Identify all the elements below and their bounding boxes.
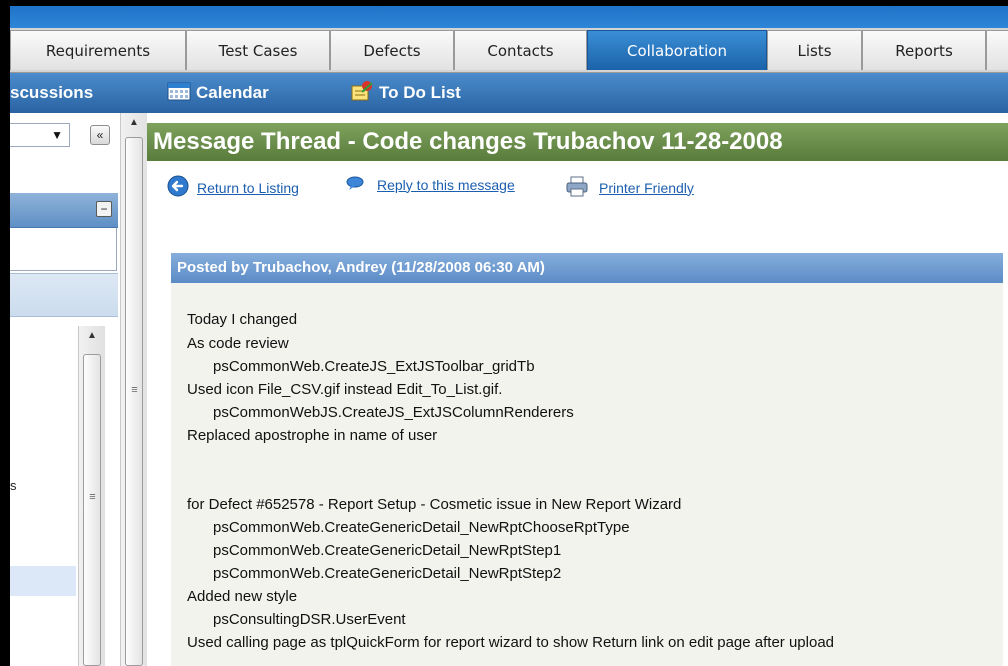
main-tabbar: Requirements Test Cases Defects Contacts… xyxy=(10,28,1008,73)
post-line: for Defect #652578 - Report Setup - Cosm… xyxy=(187,496,682,513)
tab-reports[interactable]: Reports xyxy=(862,30,986,70)
panel-list-scrollbar[interactable]: ▲ ≡ xyxy=(78,326,105,666)
post-header: Posted by Trubachov, Andrey (11/28/2008 … xyxy=(171,253,1003,283)
tab-collaboration[interactable]: Collaboration xyxy=(587,30,767,70)
printer-friendly-link[interactable]: Printer Friendly xyxy=(599,180,694,196)
post-line: psCommonWebJS.CreateJS_ExtJSColumnRender… xyxy=(213,404,574,421)
scroll-up-arrow-icon[interactable]: ▲ xyxy=(79,330,105,341)
double-chevron-left-icon: « xyxy=(96,128,104,142)
post-line: Replaced apostrophe in name of user xyxy=(187,427,438,444)
post-line: psConsultingDSR.UserEvent xyxy=(213,611,406,628)
subnav-discussions[interactable]: scussions xyxy=(10,73,93,113)
tab-more[interactable] xyxy=(986,30,1008,70)
tab-test-cases[interactable]: Test Cases xyxy=(186,30,330,70)
dropdown-arrow-icon: ▼ xyxy=(51,128,63,142)
top-strip xyxy=(10,6,1008,28)
left-panel-scrollbar[interactable]: ▲ ≡ xyxy=(120,113,147,666)
return-to-listing-link[interactable]: Return to Listing xyxy=(197,180,299,196)
panel-list-scroll-thumb[interactable]: ≡ xyxy=(83,354,101,666)
panel-section-header: − xyxy=(10,193,118,228)
post-line: Added new style xyxy=(187,588,298,605)
return-to-listing-action[interactable]: Return to Listing xyxy=(167,175,299,200)
calendar-icon xyxy=(167,81,191,106)
post-line: psCommonWeb.CreateJS_ExtJSToolbar_gridTb xyxy=(213,358,535,375)
collapse-panel-button[interactable]: « xyxy=(90,125,110,145)
post-author-line: Posted by Trubachov, Andrey (11/28/2008 … xyxy=(177,259,545,276)
subnav-todo[interactable]: To Do List xyxy=(350,73,461,113)
tab-defects[interactable]: Defects xyxy=(330,30,454,70)
subnav-todo-label: To Do List xyxy=(379,83,461,102)
tab-contacts[interactable]: Contacts xyxy=(454,30,587,70)
outer-grip-icon: ≡ xyxy=(131,384,138,396)
outer-scroll-up-arrow-icon[interactable]: ▲ xyxy=(121,117,147,128)
todo-list-icon xyxy=(350,80,374,107)
sub-navigation: scussions Calendar To Do List xyxy=(10,73,1008,113)
subnav-calendar[interactable]: Calendar xyxy=(167,73,269,113)
title-bar: Message Thread - Code changes Trubachov … xyxy=(147,123,1008,161)
post-line: Today I changed xyxy=(187,311,298,328)
grip-icon: ≡ xyxy=(89,491,96,503)
post-body: Today I changed As code review psCommonW… xyxy=(171,283,1003,666)
post-line: psCommonWeb.CreateGenericDetail_NewRptSt… xyxy=(213,565,562,582)
filter-dropdown[interactable]: ▼ xyxy=(10,123,70,147)
reply-link[interactable]: Reply to this message xyxy=(377,177,515,193)
list-item-fragment: s xyxy=(10,478,17,493)
subnav-calendar-label: Calendar xyxy=(196,83,269,102)
collapse-section-button[interactable]: − xyxy=(96,201,112,217)
post-line: Used calling page as tplQuickForm for re… xyxy=(187,634,834,651)
post-line: psCommonWeb.CreateGenericDetail_NewRptSt… xyxy=(213,542,562,559)
minus-icon: − xyxy=(100,202,108,216)
printer-icon xyxy=(565,175,589,200)
panel-section-body xyxy=(10,228,117,271)
post-line: As code review xyxy=(187,335,289,352)
tab-requirements[interactable]: Requirements xyxy=(10,30,186,70)
post-line: psCommonWeb.CreateGenericDetail_NewRptCh… xyxy=(213,519,630,536)
subnav-discussions-label: scussions xyxy=(10,83,94,102)
reply-action[interactable]: Reply to this message xyxy=(345,175,515,194)
post-line: Used icon File_CSV.gif instead Edit_To_L… xyxy=(187,381,503,398)
main-content: Message Thread - Code changes Trubachov … xyxy=(147,113,1008,666)
app-window: Requirements Test Cases Defects Contacts… xyxy=(10,6,1008,666)
selected-list-item[interactable] xyxy=(10,566,76,596)
reply-bubble-icon xyxy=(345,175,365,194)
tab-lists[interactable]: Lists xyxy=(767,30,862,70)
back-arrow-icon xyxy=(167,175,189,200)
printer-friendly-action[interactable]: Printer Friendly xyxy=(565,175,694,200)
panel-subheader xyxy=(10,273,118,317)
page-title: Message Thread - Code changes Trubachov … xyxy=(153,128,783,155)
left-panel-scroll-thumb[interactable]: ≡ xyxy=(125,137,143,666)
left-panel: ▼ « − s ▲ ≡ ▲ ≡ xyxy=(10,113,147,666)
